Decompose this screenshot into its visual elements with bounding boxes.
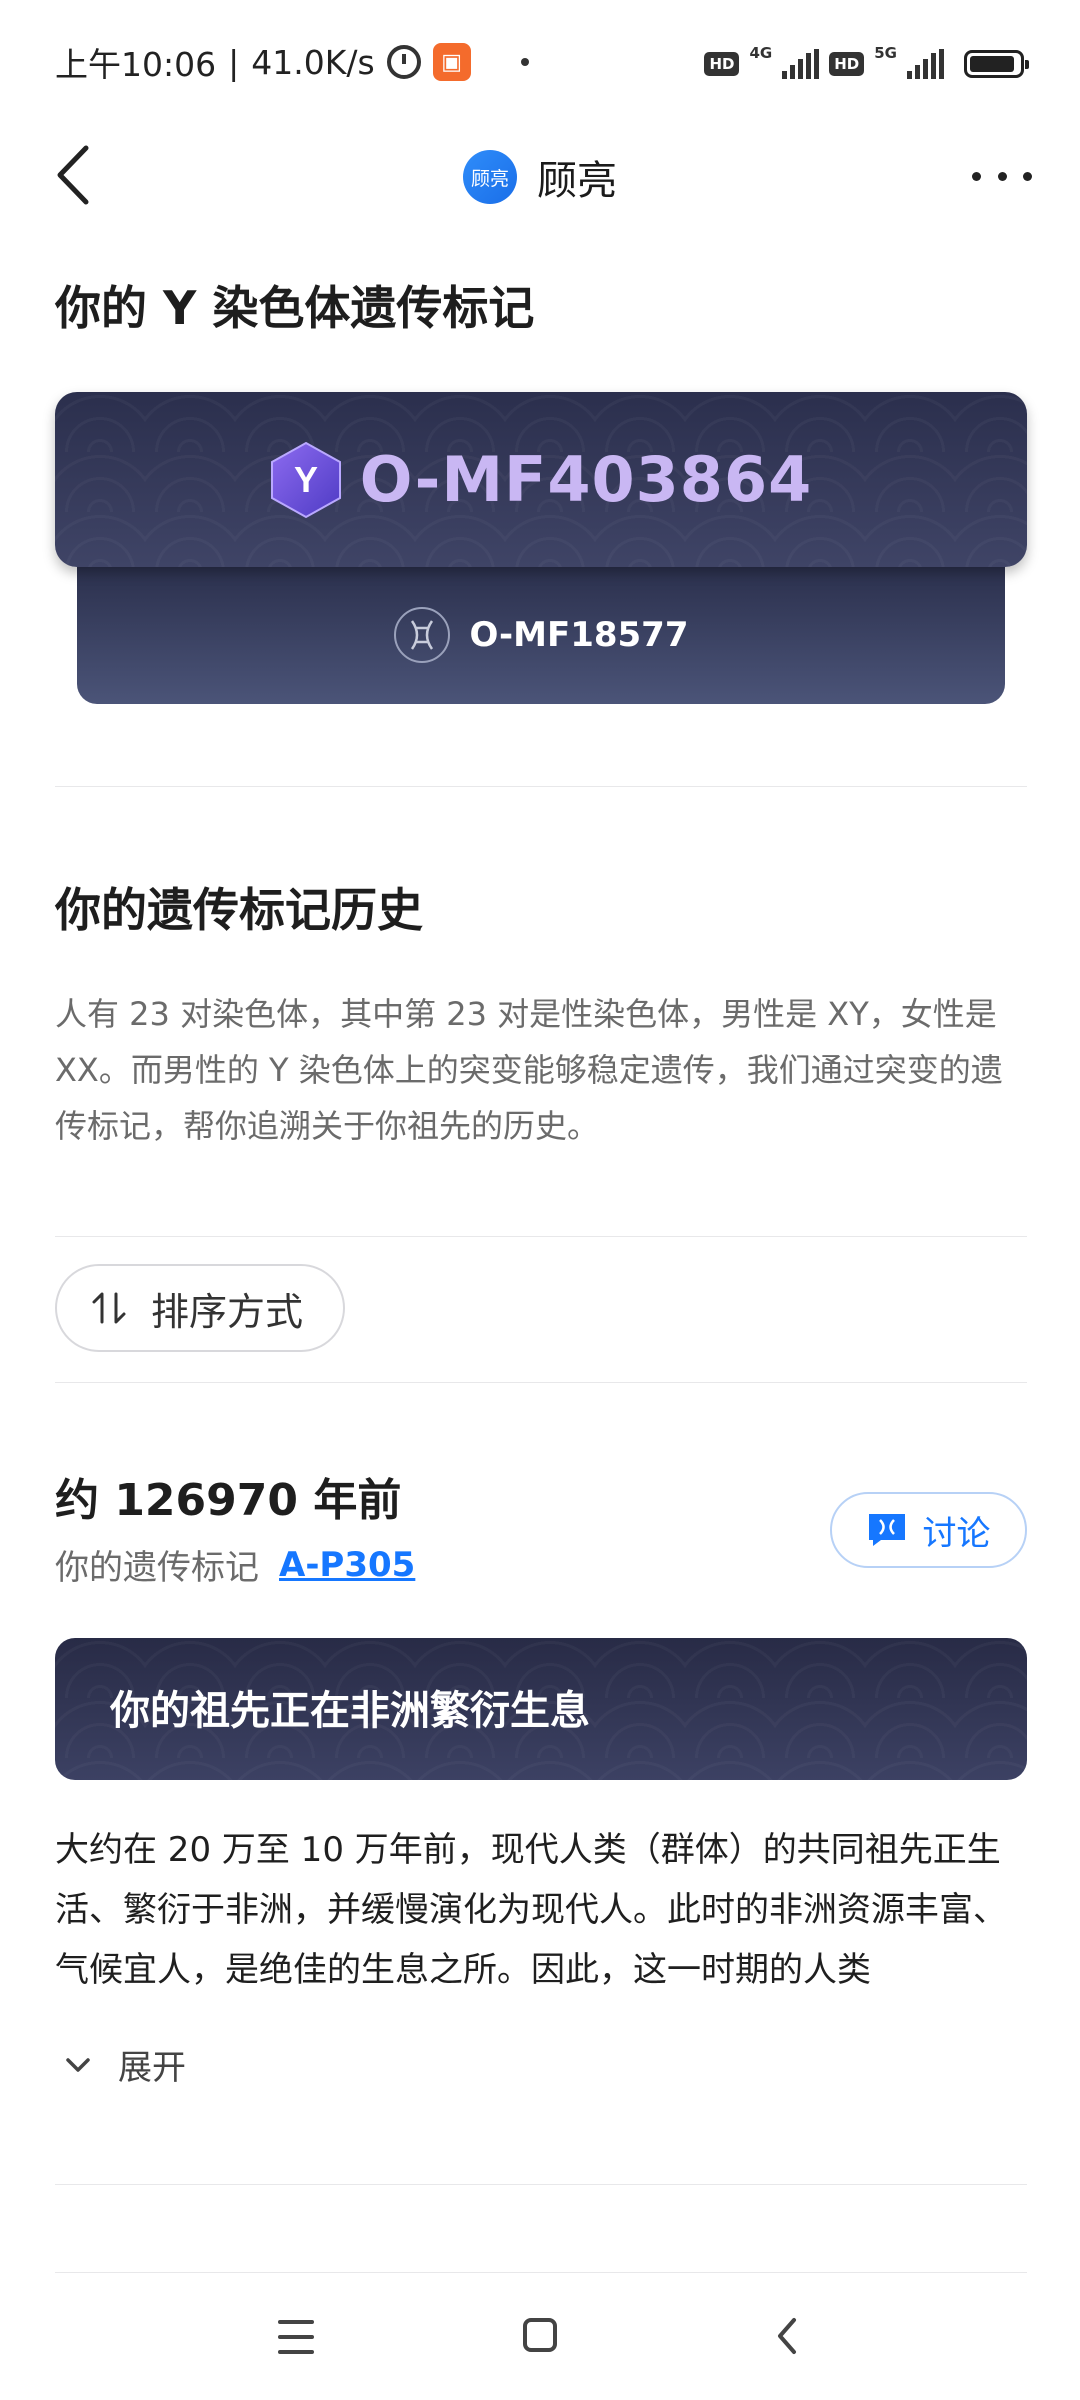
discuss-button[interactable]: 讨论 bbox=[830, 1492, 1027, 1568]
chevron-down-icon bbox=[60, 2047, 96, 2083]
main-marker-label: O-MF403864 bbox=[359, 443, 813, 516]
status-separator: | bbox=[228, 42, 240, 82]
sort-button[interactable]: 排序方式 bbox=[55, 1264, 345, 1352]
haplogroup-icon bbox=[393, 607, 450, 663]
signal-icon bbox=[782, 49, 820, 79]
marker-prefix: 你的遗传标记 bbox=[55, 1548, 259, 1588]
era-title: 约 126970 年前 bbox=[55, 1475, 402, 1526]
page-title: 顾亮 bbox=[537, 158, 617, 204]
marker-row: 你的遗传标记 A-P305 bbox=[55, 1540, 415, 1589]
network-type-label: 5G bbox=[874, 44, 897, 62]
discuss-icon bbox=[867, 1512, 907, 1548]
event-description: 大约在 20 万至 10 万年前，现代人类（群体）的共同祖先正生活、繁衍于非洲，… bbox=[55, 1830, 1007, 1990]
main-marker: Y O-MF403864 bbox=[55, 392, 1027, 567]
divider bbox=[55, 1382, 1027, 1383]
brand-logo-icon: 顾亮 bbox=[463, 150, 517, 204]
marker-link[interactable]: A-P305 bbox=[279, 1545, 415, 1585]
event-card: 你的祖先正在非洲繁衍生息 bbox=[55, 1638, 1027, 1780]
signal-icon bbox=[907, 49, 944, 79]
hd-badge: HD bbox=[829, 52, 865, 76]
app-notification-icon: ▣ bbox=[432, 43, 471, 81]
battery-icon bbox=[964, 50, 1029, 78]
y-marker-section-title: 你的 Y 染色体遗传标记 bbox=[55, 281, 535, 335]
sub-marker-card[interactable]: O-MF18577 bbox=[77, 566, 1005, 704]
status-net-speed: 41.0K/s bbox=[251, 42, 375, 82]
header-title: 顾亮 顾亮 bbox=[0, 144, 1080, 210]
expand-toggle[interactable]: 展开 bbox=[60, 2040, 186, 2089]
recent-apps-icon[interactable] bbox=[278, 2320, 314, 2354]
sub-marker-label: O-MF18577 bbox=[469, 615, 689, 655]
hd-badge: HD bbox=[704, 52, 740, 76]
alarm-icon bbox=[386, 45, 421, 79]
system-back-icon[interactable] bbox=[772, 2314, 802, 2358]
divider bbox=[55, 1236, 1027, 1237]
event-title: 你的祖先正在非洲繁衍生息 bbox=[110, 1688, 590, 1734]
status-left: 上午10:06 | 41.0K/s ▣ bbox=[55, 38, 529, 86]
status-right: HD 4G HD 5G bbox=[704, 44, 1029, 84]
discuss-label: 讨论 bbox=[922, 1513, 991, 1554]
expand-label: 展开 bbox=[118, 2048, 186, 2088]
status-time: 上午10:06 bbox=[55, 45, 217, 84]
divider bbox=[55, 2272, 1027, 2273]
main-marker-card[interactable]: Y O-MF403864 bbox=[55, 392, 1027, 567]
divider bbox=[55, 786, 1027, 787]
more-notifications-dot-icon bbox=[520, 58, 529, 66]
status-bar: 上午10:06 | 41.0K/s ▣ HD 4G HD 5G bbox=[0, 0, 1080, 120]
hex-letter: Y bbox=[294, 459, 318, 500]
sort-icon bbox=[89, 1288, 129, 1328]
network-type-label: 4G bbox=[749, 44, 773, 62]
history-description: 人有 23 对染色体，其中第 23 对是性染色体，男性是 XY，女性是 XX。而… bbox=[55, 995, 1003, 1145]
y-chromosome-hexagon-icon: Y bbox=[270, 441, 342, 519]
home-icon[interactable] bbox=[523, 2318, 557, 2352]
history-section-title: 你的遗传标记历史 bbox=[55, 883, 423, 937]
sort-label: 排序方式 bbox=[151, 1289, 304, 1334]
divider bbox=[55, 2184, 1027, 2185]
more-options-icon[interactable] bbox=[972, 156, 1032, 196]
system-nav-bar bbox=[0, 2290, 1080, 2400]
